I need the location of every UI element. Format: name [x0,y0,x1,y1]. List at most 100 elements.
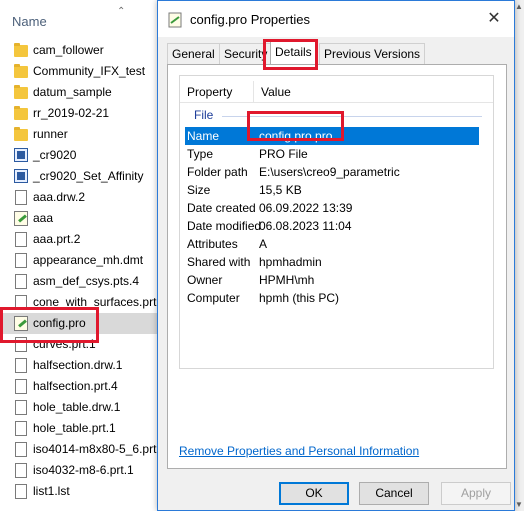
property-name: Date modified [187,219,262,233]
file-name: _cr9020 [33,148,77,162]
property-row[interactable]: Size 15,5 KB [185,181,479,199]
dialog-title: config.pro Properties [190,12,310,27]
file-name: aaa [33,211,54,225]
document-icon [14,337,28,353]
document-icon [14,274,28,290]
property-row[interactable]: Name config.pro.pro [185,127,479,145]
file-name: runner [33,127,68,141]
property-name: Owner [187,273,223,287]
property-name: Type [187,147,214,161]
property-name: Computer [187,291,240,305]
value-column-header[interactable]: Value [261,85,291,99]
property-row[interactable]: Folder path E:\users\creo9_parametric [185,163,479,181]
remove-properties-link[interactable]: Remove Properties and Personal Informati… [179,444,419,458]
property-row[interactable]: Computer hpmh (this PC) [185,289,479,307]
file-name: aaa.prt.2 [33,232,81,246]
folder-icon [14,85,28,101]
ok-button[interactable]: OK [279,482,349,505]
file-row[interactable]: runner [0,124,162,145]
file-name: hole_table.drw.1 [33,400,121,414]
property-name: Name [187,129,220,143]
file-name: halfsection.prt.4 [33,379,118,393]
column-header[interactable]: Name ⌃ [0,0,160,40]
tab-details[interactable]: Details [270,41,317,65]
properties-dialog: config.pro Properties ✕ General Security… [157,0,515,511]
file-row[interactable]: hole_table.drw.1 [0,397,162,418]
file-name: cam_follower [33,43,104,57]
property-value: 06.08.2023 11:04 [259,219,352,233]
file-row[interactable]: Community_IFX_test [0,61,162,82]
file-row[interactable]: cam_follower [0,40,162,61]
property-row[interactable]: Owner HPMH\mh [185,271,479,289]
file-row[interactable]: rr_2019-02-21 [0,103,162,124]
file-row[interactable]: aaa.drw.2 [0,187,162,208]
tab-general[interactable]: General [167,43,220,65]
property-value: 15,5 KB [259,183,302,197]
tab-security[interactable]: Security [219,43,273,65]
property-value: hpmh (this PC) [259,291,340,305]
property-value: HPMH\mh [259,273,315,287]
property-name: Size [187,183,211,197]
config-icon [14,211,28,227]
file-name: config.pro [33,316,86,330]
file-row[interactable]: hole_table.prt.1 [0,418,162,439]
dialog-titlebar[interactable]: config.pro Properties ✕ [158,1,514,37]
document-icon [14,442,28,458]
file-row[interactable]: iso4032-m8-6.prt.1 [0,460,162,481]
properties-list[interactable]: Property Value File Name config.pro.pro Ty… [179,75,494,369]
property-row[interactable]: Attributes A [185,235,479,253]
file-name: hole_table.prt.1 [33,421,116,435]
document-icon [14,400,28,416]
file-row[interactable]: curves.prt.1 [0,334,162,355]
folder-icon [14,64,28,80]
property-name: Shared with [187,255,251,269]
close-icon[interactable]: ✕ [480,5,508,33]
file-row[interactable]: datum_sample [0,82,162,103]
document-icon [14,232,28,248]
file-row[interactable]: halfsection.drw.1 [0,355,162,376]
property-row[interactable]: Date modified 06.08.2023 11:04 [185,217,479,235]
folder-icon [14,127,28,143]
property-row[interactable]: Type PRO File [185,145,479,163]
file-row[interactable]: list1.lst [0,481,162,502]
document-icon [14,463,28,479]
name-column-label[interactable]: Name [12,14,47,29]
document-icon [14,358,28,374]
file-row[interactable]: halfsection.prt.4 [0,376,162,397]
file-row[interactable]: asm_def_csys.pts.4 [0,271,162,292]
property-row[interactable]: Date created 06.09.2022 13:39 [185,199,479,217]
config-file-icon [167,12,183,31]
property-row[interactable]: Shared with hpmhadmin [185,253,479,271]
scroll-up-icon[interactable]: ▲ [515,2,523,11]
property-name: Date created [187,201,256,215]
property-value: hpmhadmin [259,255,322,269]
document-icon [14,421,28,437]
details-panel: Property Value File Name config.pro.pro Ty… [167,64,507,469]
property-value: 06.09.2022 13:39 [259,201,353,215]
properties-header: Property Value [180,81,493,103]
property-name: Folder path [187,165,248,179]
file-row[interactable]: aaa [0,208,162,229]
explorer-scrollbar[interactable]: ▲ ▼ [514,0,524,511]
column-divider[interactable] [253,81,254,103]
cancel-button[interactable]: Cancel [359,482,429,505]
file-row[interactable]: cone_with_surfaces.prt.4 [0,292,166,313]
property-value: PRO File [259,147,308,161]
file-row[interactable]: _cr9020_Set_Affinity [0,166,162,187]
file-name: datum_sample [33,85,112,99]
scroll-down-icon[interactable]: ▼ [515,500,523,509]
file-name: aaa.drw.2 [33,190,86,204]
app-icon [14,169,28,185]
file-row[interactable]: aaa.prt.2 [0,229,162,250]
file-row[interactable]: appearance_mh.dmt [0,250,162,271]
file-name: _cr9020_Set_Affinity [33,169,144,183]
apply-button[interactable]: Apply [441,482,511,505]
folder-icon [14,106,28,122]
file-row[interactable]: iso4014-m8x80-5_6.prt.1 [0,439,166,460]
file-name: appearance_mh.dmt [33,253,144,267]
file-name: curves.prt.1 [33,337,96,351]
file-row[interactable]: _cr9020 [0,145,162,166]
tab-previous-versions[interactable]: Previous Versions [319,43,426,65]
file-row[interactable]: config.pro [0,313,162,334]
property-column-header[interactable]: Property [187,85,232,99]
